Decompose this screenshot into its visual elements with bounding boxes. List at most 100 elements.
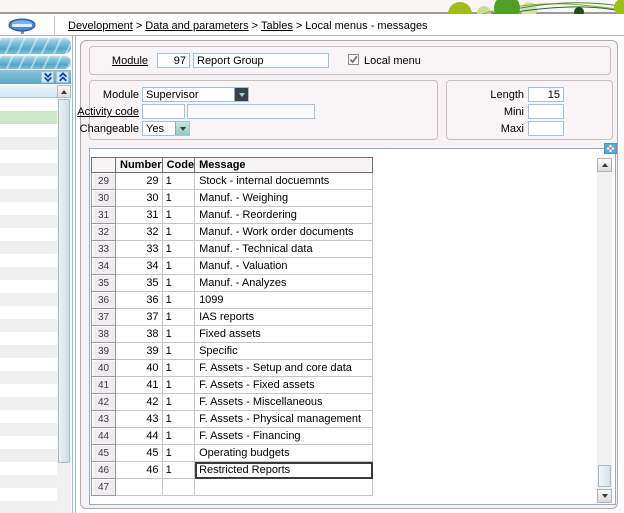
column-header-select[interactable]: [92, 158, 116, 173]
number-cell[interactable]: 37: [116, 309, 163, 326]
signpost-icon[interactable]: [7, 17, 39, 35]
row-header-cell[interactable]: 44: [92, 428, 116, 445]
length-input[interactable]: [528, 87, 564, 102]
message-cell[interactable]: IAS reports: [195, 309, 373, 326]
message-cell[interactable]: F. Assets - Fixed assets: [195, 377, 373, 394]
number-cell[interactable]: 30: [116, 190, 163, 207]
number-cell[interactable]: 44: [116, 428, 163, 445]
number-cell[interactable]: 42: [116, 394, 163, 411]
row-header-cell[interactable]: 45: [92, 445, 116, 462]
number-cell[interactable]: 38: [116, 326, 163, 343]
breadcrumb-item[interactable]: Tables: [261, 20, 293, 32]
activity-code-input[interactable]: [142, 104, 185, 119]
message-cell[interactable]: Operating budgets: [195, 445, 373, 462]
scroll-up-button[interactable]: [57, 85, 71, 98]
scrollbar-thumb[interactable]: [58, 99, 70, 463]
activity-code-label[interactable]: Activity code: [76, 105, 139, 119]
row-header-cell[interactable]: 39: [92, 343, 116, 360]
dropdown-arrow-icon[interactable]: [234, 88, 248, 101]
module-combo[interactable]: Supervisor: [142, 87, 249, 102]
row-header-cell[interactable]: 29: [92, 173, 116, 190]
code-cell[interactable]: 1: [162, 326, 195, 343]
row-header-cell[interactable]: 36: [92, 292, 116, 309]
number-cell[interactable]: [116, 479, 163, 496]
sidebar-list-item[interactable]: [0, 397, 57, 410]
number-cell[interactable]: 33: [116, 241, 163, 258]
mini-input[interactable]: [528, 104, 564, 119]
message-cell[interactable]: Manuf. - Work order documents: [195, 224, 373, 241]
message-cell[interactable]: F. Assets - Financing: [195, 428, 373, 445]
sidebar-scrollbar[interactable]: [57, 85, 71, 513]
sidebar-collapsed-panel[interactable]: [0, 55, 71, 69]
sidebar-list-item[interactable]: [0, 475, 57, 488]
column-header-code[interactable]: Code: [162, 158, 195, 173]
code-cell[interactable]: 1: [162, 394, 195, 411]
breadcrumb-item[interactable]: Data and parameters: [145, 20, 248, 32]
number-cell[interactable]: 43: [116, 411, 163, 428]
sidebar-list-item[interactable]: [0, 176, 57, 189]
sidebar-list-item[interactable]: [0, 410, 57, 423]
code-cell[interactable]: 1: [162, 190, 195, 207]
code-cell[interactable]: [162, 479, 195, 496]
dropdown-arrow-icon[interactable]: [175, 122, 189, 135]
code-cell[interactable]: 1: [162, 241, 195, 258]
sidebar-list-item[interactable]: [0, 423, 57, 436]
sidebar-list-item[interactable]: [0, 163, 57, 176]
code-cell[interactable]: 1: [162, 258, 195, 275]
sidebar-list-item[interactable]: [0, 228, 57, 241]
sidebar-collapsed-panel[interactable]: [0, 37, 71, 54]
sidebar-list-item[interactable]: [0, 254, 57, 267]
message-cell[interactable]: 1099: [195, 292, 373, 309]
message-cell[interactable]: F. Assets - Physical management: [195, 411, 373, 428]
sidebar-list-item[interactable]: [0, 384, 57, 397]
sidebar-list-item[interactable]: [0, 150, 57, 163]
row-header-cell[interactable]: 35: [92, 275, 116, 292]
code-cell[interactable]: 1: [162, 360, 195, 377]
sidebar-list-item[interactable]: [0, 111, 57, 124]
row-header-cell[interactable]: 38: [92, 326, 116, 343]
message-cell[interactable]: Stock - internal docuemnts: [195, 173, 373, 190]
number-cell[interactable]: 35: [116, 275, 163, 292]
sidebar-list-item[interactable]: [0, 371, 57, 384]
number-cell[interactable]: 29: [116, 173, 163, 190]
code-cell[interactable]: 1: [162, 462, 195, 479]
grid-actions-icon[interactable]: [604, 143, 617, 154]
sidebar-list-item[interactable]: [0, 319, 57, 332]
message-cell[interactable]: Manuf. - Analyzes: [195, 275, 373, 292]
sidebar-list-item[interactable]: [0, 202, 57, 215]
message-cell[interactable]: Manuf. - Technical data: [195, 241, 373, 258]
sidebar-list-item[interactable]: [0, 488, 57, 501]
sidebar-list-item[interactable]: [0, 501, 57, 513]
column-header-message[interactable]: Message: [195, 158, 373, 173]
number-cell[interactable]: 31: [116, 207, 163, 224]
number-cell[interactable]: 39: [116, 343, 163, 360]
code-cell[interactable]: 1: [162, 292, 195, 309]
row-header-cell[interactable]: 34: [92, 258, 116, 275]
row-header-cell[interactable]: 46: [92, 462, 116, 479]
sidebar-list-item[interactable]: [0, 306, 57, 319]
expand-all-button[interactable]: [56, 71, 69, 83]
message-cell[interactable]: Manuf. - Weighing: [195, 190, 373, 207]
row-header-cell[interactable]: 43: [92, 411, 116, 428]
sidebar-list-item[interactable]: [0, 137, 57, 150]
sidebar-list-item[interactable]: [0, 189, 57, 202]
row-header-cell[interactable]: 40: [92, 360, 116, 377]
row-header-cell[interactable]: 47: [92, 479, 116, 496]
sidebar-list-item[interactable]: [0, 215, 57, 228]
sidebar-list-item[interactable]: [0, 332, 57, 345]
code-cell[interactable]: 1: [162, 445, 195, 462]
sidebar-list-item[interactable]: [0, 436, 57, 449]
message-cell[interactable]: F. Assets - Setup and core data: [195, 360, 373, 377]
sidebar-list-item[interactable]: [0, 462, 57, 475]
row-header-cell[interactable]: 37: [92, 309, 116, 326]
local-menu-checkbox[interactable]: [348, 54, 359, 65]
row-header-cell[interactable]: 30: [92, 190, 116, 207]
grid-scrollbar[interactable]: [597, 158, 612, 503]
number-cell[interactable]: 32: [116, 224, 163, 241]
collapse-all-button[interactable]: [41, 71, 54, 83]
module-number-input[interactable]: [157, 53, 190, 68]
code-cell[interactable]: 1: [162, 411, 195, 428]
sidebar-list-item[interactable]: [0, 449, 57, 462]
sidebar-list-item[interactable]: [0, 267, 57, 280]
scroll-up-button[interactable]: [597, 158, 612, 172]
